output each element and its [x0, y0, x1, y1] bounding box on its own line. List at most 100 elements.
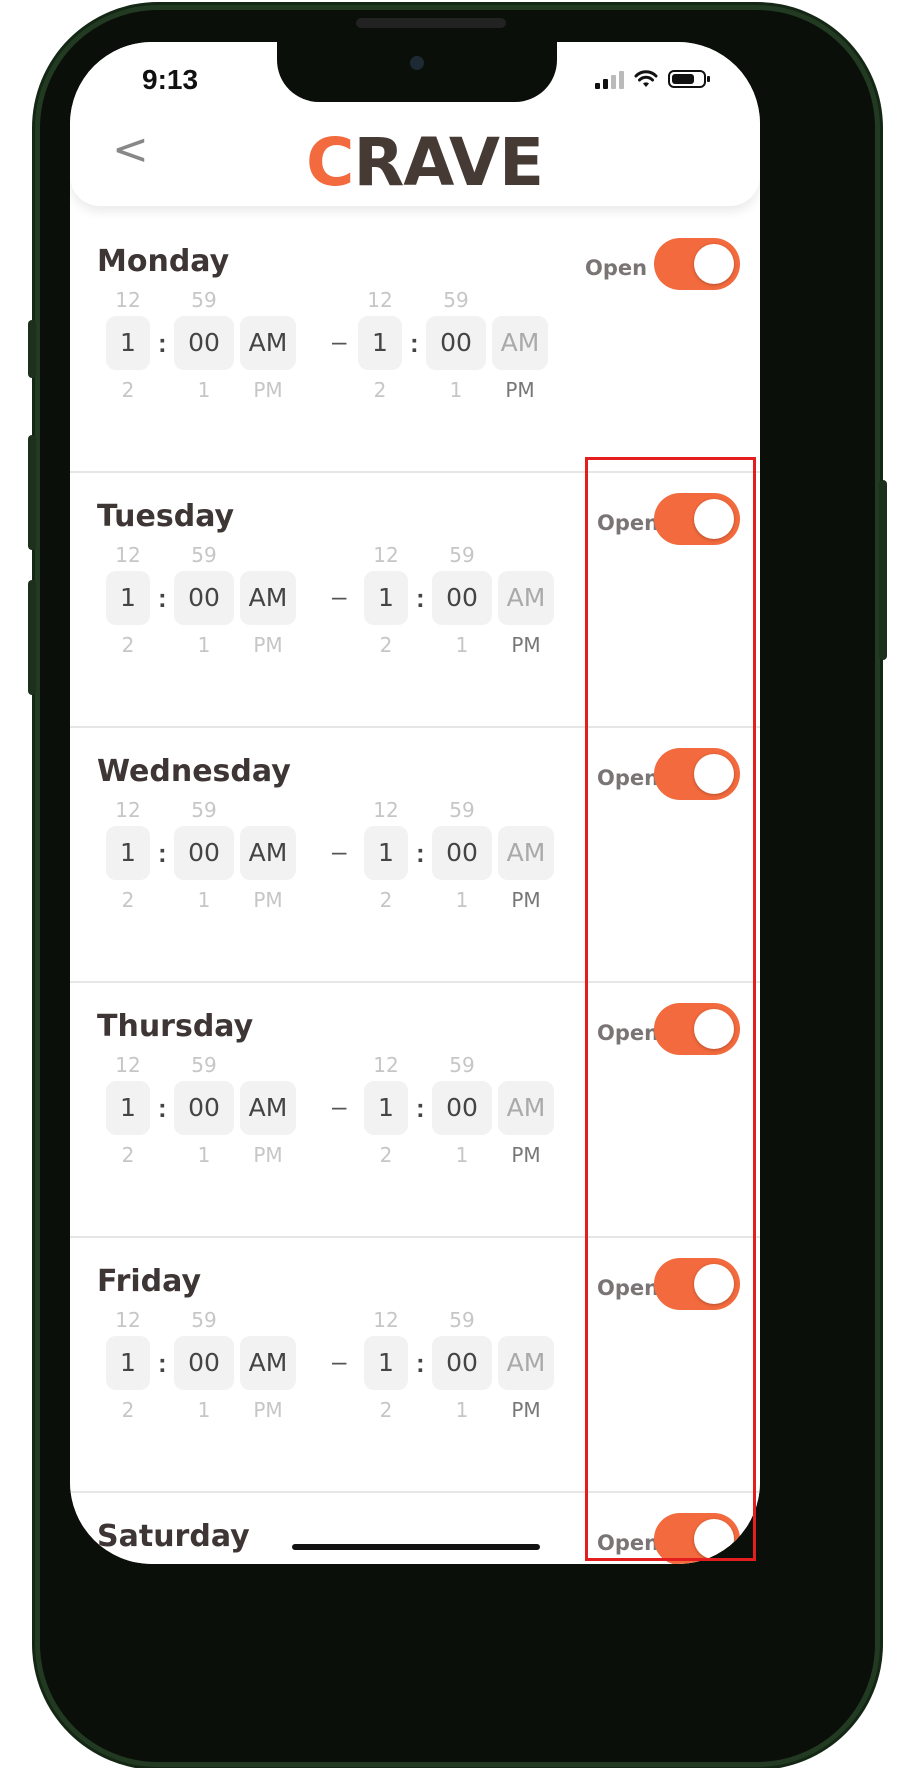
start-time-separator: :: [158, 583, 167, 613]
start-hour-picker[interactable]: 1: [106, 1336, 150, 1390]
end-ampm-below: PM: [511, 633, 541, 657]
end-ampm-picker[interactable]: AM: [498, 1081, 554, 1135]
highlight-box: [585, 457, 756, 1561]
start-hour-above: 12: [115, 1053, 141, 1077]
day-name: Monday: [97, 244, 230, 279]
time-range-dash: –: [332, 1346, 347, 1376]
end-ampm-picker[interactable]: AM: [498, 571, 554, 625]
volume-down-button: [28, 580, 36, 695]
end-ampm-below: PM: [505, 378, 535, 402]
start-ampm-below: PM: [253, 378, 283, 402]
end-hour-picker[interactable]: 1: [364, 1336, 408, 1390]
start-ampm-below: PM: [253, 1398, 283, 1422]
end-ampm-below: PM: [511, 1143, 541, 1167]
end-minute-picker[interactable]: 00: [432, 1336, 492, 1390]
back-button[interactable]: <: [112, 128, 149, 172]
end-hour-above: 12: [367, 288, 393, 312]
end-time-separator: :: [410, 328, 419, 358]
end-hour-above: 12: [373, 543, 399, 567]
start-minute-above: 59: [191, 798, 217, 822]
end-hour-picker[interactable]: 1: [364, 826, 408, 880]
end-minute-above: 59: [449, 1053, 475, 1077]
end-minute-above: 59: [449, 543, 475, 567]
cellular-signal-icon: [595, 69, 624, 89]
end-ampm-picker[interactable]: AM: [498, 826, 554, 880]
start-hour-picker[interactable]: 1: [106, 571, 150, 625]
volume-up-button: [28, 435, 36, 550]
start-ampm-below: PM: [253, 1143, 283, 1167]
end-hour-picker[interactable]: 1: [364, 571, 408, 625]
start-minute-picker[interactable]: 00: [174, 1336, 234, 1390]
start-minute-picker[interactable]: 00: [174, 826, 234, 880]
end-hour-below: 2: [379, 1398, 393, 1422]
end-ampm-picker[interactable]: AM: [498, 1336, 554, 1390]
start-minute-above: 59: [191, 543, 217, 567]
day-name: Wednesday: [97, 754, 291, 789]
end-ampm-below: PM: [511, 1398, 541, 1422]
end-hour-below: 2: [379, 1143, 393, 1167]
time-range-dash: –: [332, 326, 347, 356]
time-range-dash: –: [332, 836, 347, 866]
end-time-separator: :: [416, 583, 425, 613]
end-minute-above: 59: [432, 1563, 492, 1564]
end-time-separator: :: [416, 1348, 425, 1378]
home-indicator: [292, 1544, 540, 1550]
start-ampm-picker[interactable]: AM: [240, 316, 296, 370]
start-ampm-picker[interactable]: AM: [240, 1336, 296, 1390]
end-hour-picker[interactable]: 1: [358, 316, 402, 370]
start-minute-below: 1: [197, 633, 211, 657]
end-hour-above: 12: [373, 798, 399, 822]
day-name: Friday: [97, 1264, 202, 1299]
start-hour-above: 12: [115, 288, 141, 312]
battery-icon: [668, 70, 710, 88]
end-ampm-below: PM: [511, 888, 541, 912]
start-hour-below: 2: [121, 888, 135, 912]
start-minute-below: 1: [197, 888, 211, 912]
end-minute-picker[interactable]: 00: [432, 1081, 492, 1135]
end-hour-below: 2: [373, 378, 387, 402]
start-ampm-below: PM: [253, 633, 283, 657]
end-hour-above: 12: [373, 1053, 399, 1077]
start-ampm-picker[interactable]: AM: [240, 1081, 296, 1135]
end-time-separator: :: [416, 838, 425, 868]
start-minute-picker[interactable]: 00: [174, 571, 234, 625]
crave-logo: CRAVE: [306, 124, 544, 201]
end-hour-picker[interactable]: 1: [364, 1081, 408, 1135]
day-name: Saturday: [97, 1519, 250, 1554]
start-minute-picker[interactable]: 00: [174, 316, 234, 370]
day-name: Thursday: [97, 1009, 254, 1044]
time-range-dash: –: [332, 581, 347, 611]
start-hour-below: 2: [121, 1398, 135, 1422]
start-ampm-picker[interactable]: AM: [240, 826, 296, 880]
start-hour-below: 2: [121, 633, 135, 657]
start-ampm-below: PM: [253, 888, 283, 912]
start-hour-below: 2: [121, 1143, 135, 1167]
end-minute-below: 1: [455, 633, 469, 657]
start-hour-picker[interactable]: 1: [106, 826, 150, 880]
speaker-grille: [356, 18, 506, 28]
start-minute-below: 1: [197, 1398, 211, 1422]
end-minute-above: 59: [443, 288, 469, 312]
end-minute-above: 59: [449, 1308, 475, 1332]
open-toggle[interactable]: [654, 238, 740, 290]
day-name: Tuesday: [97, 499, 235, 534]
time-range-dash: –: [332, 1091, 347, 1121]
start-hour-above: 12: [115, 1308, 141, 1332]
notch: [277, 42, 557, 102]
start-ampm-picker[interactable]: AM: [240, 571, 296, 625]
end-minute-picker[interactable]: 00: [426, 316, 486, 370]
end-minute-picker[interactable]: 00: [432, 571, 492, 625]
start-minute-picker[interactable]: 00: [174, 1081, 234, 1135]
toggle-knob: [694, 244, 734, 284]
end-minute-below: 1: [455, 888, 469, 912]
open-label: Open: [585, 256, 648, 280]
end-hour-above: 12: [364, 1563, 408, 1564]
end-ampm-picker[interactable]: AM: [492, 316, 548, 370]
start-hour-picker[interactable]: 1: [106, 1081, 150, 1135]
end-minute-picker[interactable]: 00: [432, 826, 492, 880]
wifi-icon: [634, 70, 658, 87]
start-hour-picker[interactable]: 1: [106, 316, 150, 370]
status-icons: [595, 66, 710, 92]
end-hour-below: 2: [379, 633, 393, 657]
power-button: [879, 480, 887, 660]
